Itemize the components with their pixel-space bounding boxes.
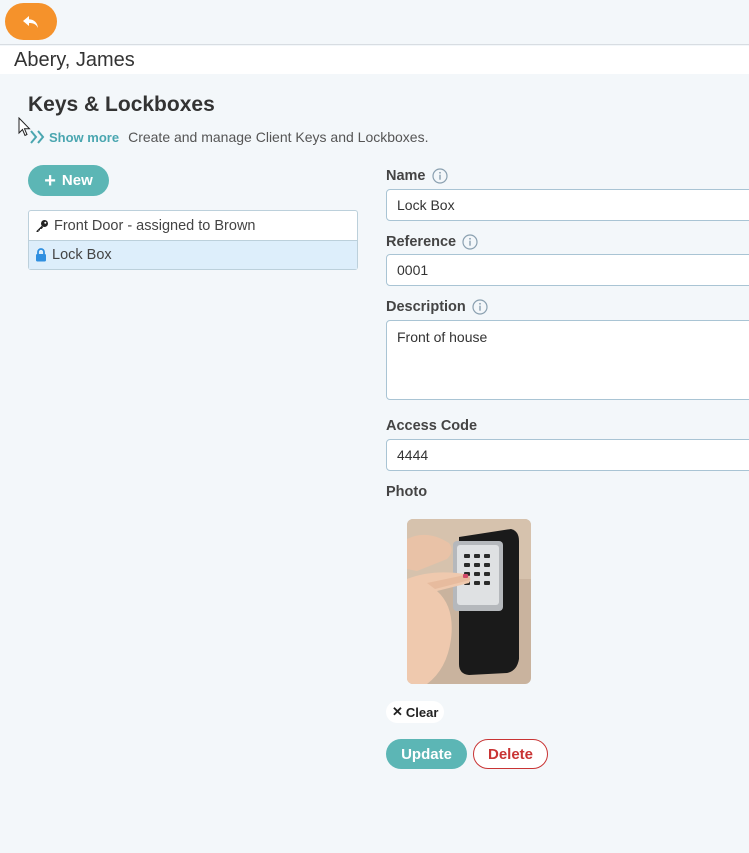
show-more-label: Show more [49, 129, 120, 145]
access-code-label-text: Access Code [386, 418, 478, 434]
client-name: Abery, James [14, 49, 135, 71]
back-button[interactable] [5, 3, 57, 40]
photo-label: Photo [386, 484, 427, 500]
clear-label: Clear [405, 704, 439, 720]
page-title: Keys & Lockboxes [28, 93, 215, 116]
access-code-input[interactable] [386, 439, 749, 471]
lock-icon [35, 248, 47, 262]
list-item-front-door[interactable]: Front Door - assigned to Brown [29, 211, 357, 240]
info-icon[interactable] [462, 234, 478, 250]
show-more-link[interactable]: Show more [30, 130, 119, 145]
reference-input[interactable] [386, 254, 749, 286]
page-description-row: Show more Create and manage Client Keys … [30, 129, 428, 145]
page-description: Create and manage Client Keys and Lockbo… [128, 129, 429, 145]
new-button[interactable]: + New [28, 165, 109, 196]
name-label: Name [386, 168, 448, 184]
reference-label-text: Reference [386, 234, 457, 250]
update-button[interactable]: Update [386, 739, 467, 769]
info-icon[interactable] [472, 299, 488, 315]
clear-photo-button[interactable]: ✕ Clear [386, 701, 445, 723]
double-chevron-right-icon [30, 130, 45, 144]
reference-label: Reference [386, 234, 478, 250]
key-icon [35, 219, 49, 233]
name-input[interactable] [386, 189, 749, 221]
new-button-label: New [61, 172, 93, 189]
description-textarea[interactable]: Front of house [386, 320, 749, 400]
photo-label-text: Photo [386, 484, 428, 500]
close-icon: ✕ [392, 704, 403, 719]
undo-arrow-icon [23, 15, 38, 28]
keys-list: Front Door - assigned to Brown Lock Box [28, 210, 358, 270]
name-label-text: Name [386, 168, 426, 184]
lockbox-photo[interactable] [407, 519, 531, 684]
delete-button[interactable]: Delete [473, 739, 548, 769]
top-bar [0, 0, 749, 45]
list-item-lock-box[interactable]: Lock Box [29, 240, 357, 269]
description-label: Description [386, 299, 488, 315]
plus-icon: + [44, 169, 56, 192]
client-header: Abery, James [0, 46, 749, 74]
access-code-label: Access Code [386, 418, 477, 434]
list-item-label: Front Door - assigned to Brown [54, 217, 256, 234]
info-icon[interactable] [431, 168, 448, 184]
description-label-text: Description [386, 299, 466, 315]
list-item-label: Lock Box [52, 247, 112, 263]
